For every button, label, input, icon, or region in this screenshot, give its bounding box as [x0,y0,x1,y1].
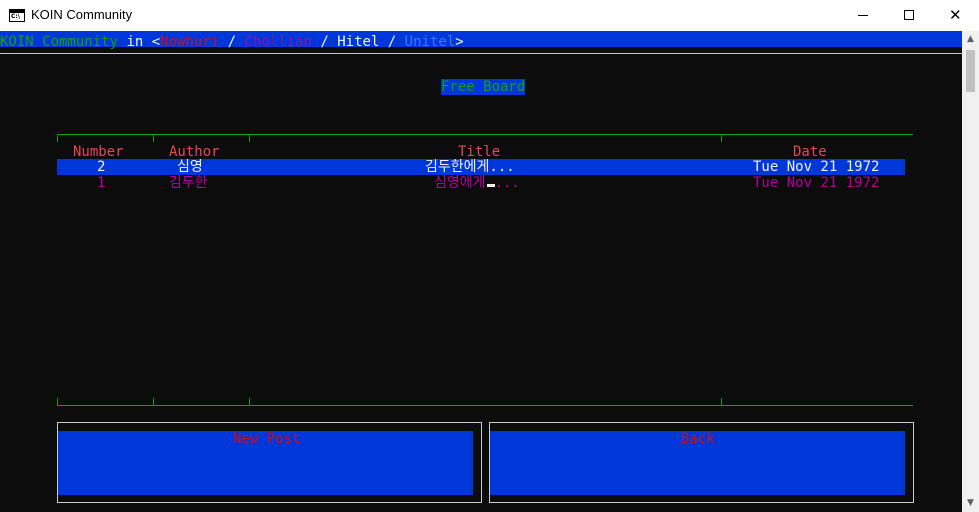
scroll-up-icon[interactable]: ▲ [962,31,979,48]
console-area: KOIN Community in <Nowhuri / Chollian / … [0,31,962,512]
post-date: Tue Nov 21 1972 [753,159,880,175]
back-label: Back [681,431,715,447]
table-col-divider [721,398,722,406]
console-app-icon: C:\ [9,9,25,22]
post-title-text: 심영에게 [434,175,486,191]
scroll-thumb[interactable] [966,50,975,92]
window-titlebar: C:\ KOIN Community ✕ [0,0,979,31]
community-header-bar: KOIN Community in <Nowhuri / Chollian / … [0,31,962,50]
network-unitel[interactable]: Unitel [405,34,456,50]
app-name: KOIN Community [0,34,119,50]
table-top-border [57,134,913,135]
column-header-number: Number [73,144,124,160]
window-title: KOIN Community [31,7,133,22]
post-title-ellipsis: ... [494,175,520,191]
scroll-down-icon[interactable]: ▼ [962,495,979,512]
post-date: Tue Nov 21 1972 [753,175,880,191]
new-post-label: New Post [233,431,301,447]
post-row-selected[interactable]: 2 심영 김두한에게... Tue Nov 21 1972 [57,159,905,175]
column-header-author: Author [169,144,220,160]
network-hitel[interactable]: Hitel [337,34,379,50]
post-title: 심영에게... [434,175,520,191]
new-post-button[interactable]: New Post [57,422,482,503]
post-number: 2 [97,159,106,175]
network-nowhuri[interactable]: Nowhuri [160,34,219,50]
post-author: 심영 [177,159,203,175]
network-chollian[interactable]: Chollian [244,34,311,50]
table-col-divider [57,398,58,406]
header-separator: / [379,34,405,50]
close-icon: ✕ [949,6,962,24]
table-col-divider [153,134,154,142]
table-col-divider [249,134,250,142]
minimize-icon [858,15,868,16]
post-number: 1 [97,175,106,191]
board-title: Free Board [441,79,526,95]
column-header-date: Date [793,144,827,160]
vertical-scrollbar[interactable]: ▲ ▼ [962,31,979,512]
header-connector: in < [118,34,161,50]
table-col-divider [249,398,250,406]
console-icon-text: C:\ [11,13,20,20]
header-separator: / [219,34,245,50]
table-col-divider [57,134,58,142]
post-author: 김두한 [169,175,208,191]
table-col-divider [153,398,154,406]
header-separator: / [311,34,338,50]
header-close-bracket: > [455,34,464,50]
table-col-divider [721,134,722,142]
post-title: 김두한에게... [425,159,515,175]
header-divider [0,53,962,54]
back-button[interactable]: Back [489,422,914,503]
post-row[interactable]: 1 김두한 심영에게... Tue Nov 21 1972 [57,175,905,191]
column-header-title: Title [458,144,501,160]
close-button[interactable]: ✕ [933,0,979,31]
table-bottom-border [57,405,913,406]
maximize-icon [904,10,914,20]
minimize-button[interactable] [840,0,886,31]
text-cursor [486,184,495,187]
maximize-button[interactable] [886,0,932,31]
